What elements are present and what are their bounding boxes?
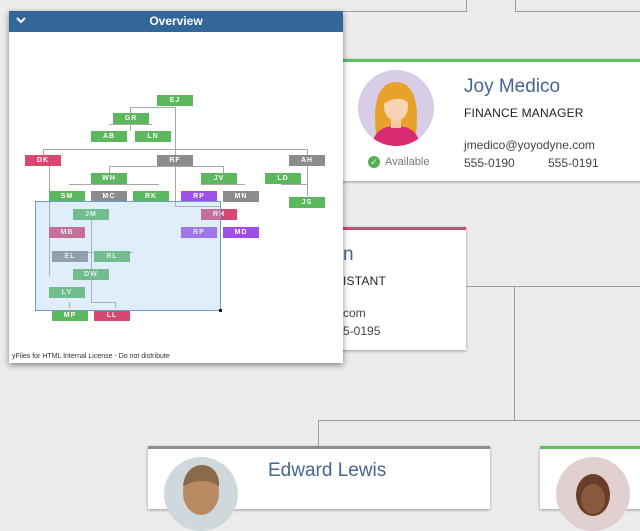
overview-canvas[interactable]: EJ GR AB LN DK RF AH WH JV LD SM MC RK R…: [9, 32, 343, 352]
mini-node: MD: [223, 227, 259, 238]
status-label: Available: [385, 156, 430, 168]
overview-title: Overview: [149, 14, 203, 28]
connector-line: [466, 286, 640, 287]
mini-connector: [69, 184, 159, 185]
mini-node: GR: [113, 113, 149, 124]
mini-node: WH: [91, 173, 127, 184]
mini-node: LL: [94, 310, 130, 321]
employee-card-joy-medico[interactable]: ✓ Available Joy Medico FINANCE MANAGER j…: [330, 59, 640, 181]
avatar: [358, 70, 434, 146]
mini-connector: [109, 124, 152, 125]
mini-node: JS: [289, 197, 325, 208]
avatar: [164, 457, 238, 531]
employee-name: Edward Lewis: [268, 460, 387, 481]
mini-connector: [109, 166, 223, 167]
overview-header: Overview: [9, 11, 343, 32]
employee-phone: 555-0190: [464, 156, 515, 170]
connector-line: [318, 420, 640, 421]
viewport-rectangle[interactable]: [35, 201, 222, 312]
license-notice: yFiles for HTML Internal License - Do no…: [12, 353, 170, 360]
mini-node: MP: [52, 310, 88, 321]
employee-name: Joy Medico: [464, 76, 561, 97]
connector-line: [515, 11, 640, 12]
person-male-icon: [183, 465, 220, 515]
mini-node: RF: [157, 155, 193, 166]
employee-fax: 555-0191: [548, 156, 599, 170]
connector-line: [514, 286, 515, 420]
status-indicator: ✓ Available: [368, 156, 429, 168]
overview-panel[interactable]: Overview EJ GR AB LN DK RF AH WH JV LD S…: [9, 11, 343, 363]
resize-handle[interactable]: [219, 309, 222, 312]
employee-role: FINANCE MANAGER: [464, 106, 584, 120]
mini-node: EJ: [157, 95, 193, 106]
person-female-icon: [576, 474, 610, 516]
check-icon: ✓: [368, 156, 380, 168]
mini-connector: [281, 184, 307, 185]
employee-email[interactable]: com: [343, 306, 366, 320]
employee-email[interactable]: jmedico@yoyodyne.com: [464, 138, 595, 152]
connector-line: [318, 420, 319, 448]
mini-node: MN: [223, 191, 259, 202]
employee-card[interactable]: [540, 446, 640, 531]
mini-node: LD: [265, 173, 301, 184]
mini-node: AH: [289, 155, 325, 166]
mini-node: DK: [25, 155, 61, 166]
mini-node: LN: [135, 131, 171, 142]
mini-node: AB: [91, 131, 127, 142]
employee-name: n: [343, 244, 354, 265]
mini-connector: [307, 166, 308, 196]
employee-card-edward-lewis[interactable]: Edward Lewis: [148, 446, 490, 531]
employee-role: ISTANT: [343, 274, 386, 288]
person-female-icon: [372, 82, 420, 146]
mini-connector: [175, 166, 176, 206]
connector-line: [330, 11, 466, 12]
employee-phone: 5-0195: [343, 324, 381, 338]
mini-connector: [201, 184, 245, 185]
mini-node: JV: [201, 173, 237, 184]
connector-line: [466, 0, 467, 12]
avatar: [556, 457, 630, 531]
mini-connector: [130, 107, 175, 108]
